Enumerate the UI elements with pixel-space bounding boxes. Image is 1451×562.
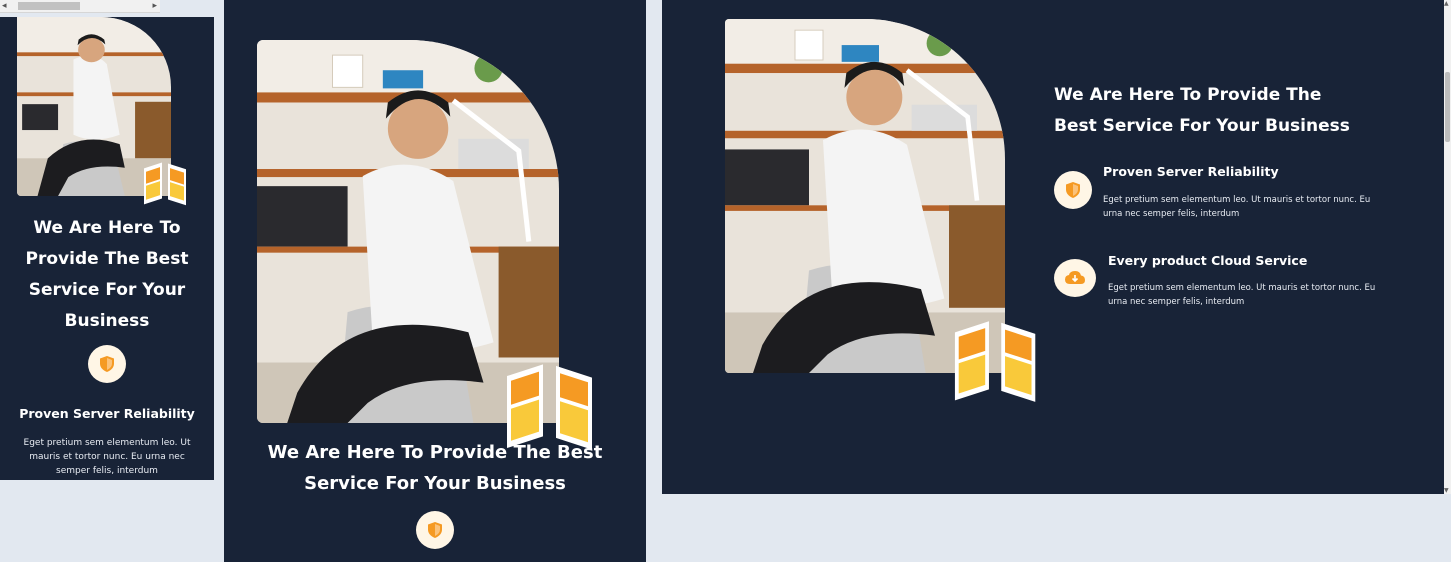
scroll-right-arrow-icon[interactable]: ▸ <box>152 1 157 11</box>
scrollbar-thumb[interactable] <box>1445 72 1450 142</box>
shield-icon <box>1066 182 1080 198</box>
cloud-download-icon <box>1065 271 1085 284</box>
mobile-preview-section: We Are Here To Provide The Best Service … <box>0 17 214 480</box>
vertical-scrollbar[interactable]: ▲ ▼ <box>1444 0 1451 494</box>
tablet-preview-section: We Are Here To Provide The Best Service … <box>224 0 646 562</box>
scroll-up-arrow-icon[interactable]: ▲ <box>1444 0 1449 7</box>
feature-badge <box>1054 171 1092 209</box>
shield-icon <box>100 356 114 372</box>
feature-text: Eget pretium sem elementum leo. Ut mauri… <box>1108 283 1376 307</box>
feature-badge <box>88 345 126 383</box>
feature-text: Eget pretium sem elementum leo. Ut mauri… <box>23 438 191 476</box>
shield-icon <box>428 522 442 538</box>
feature-title: Proven Server Reliability <box>1103 164 1279 179</box>
section-heading: We Are Here To Provide The Best Service … <box>1054 85 1350 136</box>
feature-badge <box>1054 259 1096 297</box>
section-heading: We Are Here To Provide The Best Service … <box>25 218 189 331</box>
feature-badge <box>416 511 454 549</box>
scrollbar-thumb[interactable] <box>18 2 80 10</box>
dashboard-cards-icon <box>954 321 1036 402</box>
scroll-left-arrow-icon[interactable]: ◂ <box>2 1 7 11</box>
desktop-preview-section: We Are Here To Provide The Best Service … <box>662 0 1444 494</box>
feature-title: Proven Server Reliability <box>19 406 195 421</box>
section-heading: We Are Here To Provide The Best Service … <box>267 442 603 494</box>
scroll-down-arrow-icon[interactable]: ▼ <box>1444 487 1449 494</box>
feature-text: Eget pretium sem elementum leo. Ut mauri… <box>1103 195 1371 219</box>
horizontal-scrollbar[interactable]: ◂ ▸ <box>0 0 160 13</box>
feature-title: Every product Cloud Service <box>1108 253 1308 268</box>
dashboard-cards-icon <box>144 162 186 206</box>
